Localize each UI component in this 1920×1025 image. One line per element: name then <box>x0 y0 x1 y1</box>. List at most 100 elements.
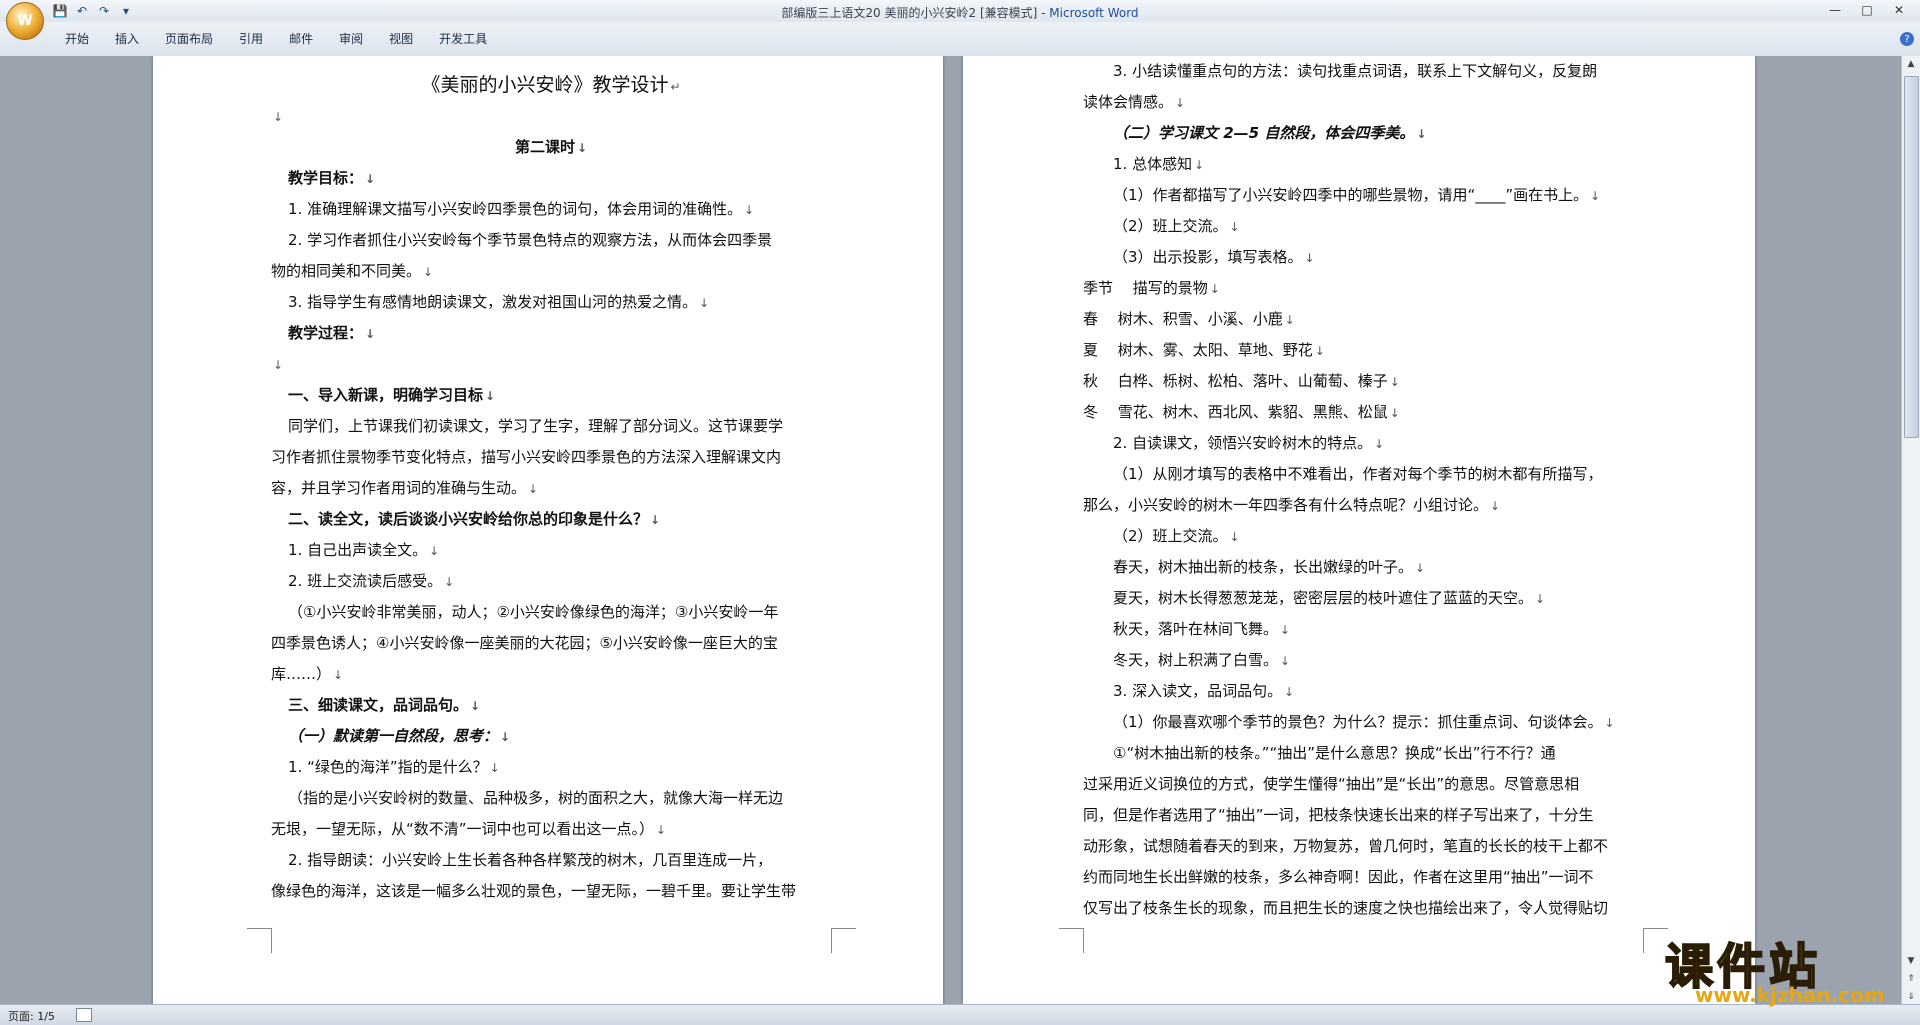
site-watermark-logo: 课件站 www.kjzhan.com <box>1664 927 1910 1007</box>
line-text: 3. 指导学生有感情地朗读课文，激发对祖国山河的热爱之情。 <box>288 293 698 311</box>
paragraph-line: 物的相同美和不同美。 ↓ <box>271 256 831 287</box>
paragraph-line: 春 树木、积雪、小溪、小鹿 ↓ <box>1083 304 1643 335</box>
office-button[interactable]: W <box>6 2 44 40</box>
line-text: 季节 描写的景物 <box>1083 279 1208 297</box>
paragraph-mark: ↓ <box>489 761 500 775</box>
ribbon-tab[interactable]: 开始 <box>52 28 102 49</box>
paragraph-line: 同学们，上节课我们初读课文，学习了生字，理解了部分词义。这节课要学 <box>271 411 831 442</box>
ribbon-tab[interactable]: 插入 <box>102 28 152 49</box>
line-text: （一）默读第一自然段，思考： <box>288 727 499 745</box>
paragraph-line: 容，并且学习作者用词的准确与生动。 ↓ <box>271 473 831 504</box>
paragraph-line: 1. 自己出声读全文。 ↓ <box>271 535 831 566</box>
line-text: 一、导入新课，明确学习目标 <box>288 386 484 404</box>
paragraph-mark: ↓ <box>485 389 496 403</box>
paragraph-line: 1. “绿色的海洋”指的是什么？ ↓ <box>271 752 831 783</box>
margin-corner-mark <box>247 928 272 953</box>
ribbon-tabs: 开始 插入 页面布局 引用 邮件 审阅 视图 开发工具 <box>52 28 500 49</box>
window-controls: — □ ✕ <box>1820 2 1914 18</box>
paragraph-mark: ↓ <box>333 668 344 682</box>
window-title-doc: 部编版三上语文20 美丽的小兴安岭2 [兼容模式] - <box>781 6 1050 20</box>
paragraph-mark: ↓ <box>1415 561 1426 575</box>
paragraph-line: （2）班上交流。 ↓ <box>1083 521 1643 552</box>
paragraph-line: 3. 小结读懂重点句的方法：读句找重点词语，联系上下文解句义，反复朗 <box>1083 56 1643 87</box>
ribbon: 开始 插入 页面布局 引用 邮件 审阅 视图 开发工具 ? <box>0 22 1920 57</box>
paragraph-line: 教学目标： ↓ <box>271 163 831 194</box>
document-page-2[interactable]: 3. 小结读懂重点句的方法：读句找重点词语，联系上下文解句义，反复朗 读体会情感。… <box>963 56 1755 1005</box>
line-text: 像绿色的海洋，这该是一幅多么壮观的景色，一望无际，一碧千里。要让学生带 <box>271 882 797 900</box>
minimize-icon[interactable]: — <box>1820 2 1850 18</box>
paragraph-mark: ↓ <box>273 358 284 372</box>
ribbon-tab[interactable]: 视图 <box>376 28 426 49</box>
paragraph-line: 习作者抓住景物季节变化特点，描写小兴安岭四季景色的方法深入理解课文内 <box>271 442 831 473</box>
paragraph-mark: ↓ <box>1175 96 1186 110</box>
line-text: （1）从刚才填写的表格中不难看出，作者对每个季节的树木都有所描写， <box>1113 465 1603 483</box>
margin-corner-mark <box>1059 928 1084 953</box>
paragraph-mark: ↓ <box>1280 654 1291 668</box>
line-text: 冬 雪花、树木、西北风、紫貂、黑熊、松鼠 <box>1083 403 1388 421</box>
paragraph-mark: ↓ <box>423 265 434 279</box>
line-text: 3. 深入读文，品词品句。 <box>1113 682 1283 700</box>
line-text: 1. 准确理解课文描写小兴安岭四季景色的词句，体会用词的准确性。 <box>288 200 743 218</box>
paragraph-mark: ↓ <box>1284 313 1295 327</box>
paragraph-line: 约而同地生长出鲜嫩的枝条，多么神奇啊！因此，作者在这里用“抽出”一词不 <box>1083 862 1643 893</box>
close-icon[interactable]: ✕ <box>1884 2 1914 18</box>
line-text: 那么，小兴安岭的树木一年四季各有什么特点呢？小组讨论。 <box>1083 496 1489 514</box>
line-text: 夏天，树木长得葱葱茏茏，密密层层的枝叶遮住了蓝蓝的天空。 <box>1113 589 1534 607</box>
line-text: 1. 总体感知 <box>1113 155 1193 173</box>
paragraph-line: 四季景色诱人；④小兴安岭像一座美丽的大花园；⑤小兴安岭像一座巨大的宝 <box>271 628 831 659</box>
paragraph-line: 季节 描写的景物 ↓ <box>1083 273 1643 304</box>
document-page-1[interactable]: 《美丽的小兴安岭》教学设计 ↵ ↓ 第二课时 ↓ 教学目标： ↓ 1. 准确理解课文描写小兴安… <box>153 56 943 1005</box>
help-icon[interactable]: ? <box>1900 32 1914 46</box>
paragraph-mark: ↓ <box>470 699 481 713</box>
paragraph-mark: ↓ <box>1280 623 1291 637</box>
line-text: 2. 学习作者抓住小兴安岭每个季节景色特点的观察方法，从而体会四季景 <box>288 231 773 249</box>
paragraph-mark: ↓ <box>650 513 661 527</box>
ribbon-tab[interactable]: 引用 <box>226 28 276 49</box>
line-text: 2. 班上交流读后感受。 <box>288 572 443 590</box>
paragraph-line: 夏天，树木长得葱葱茏茏，密密层层的枝叶遮住了蓝蓝的天空。 ↓ <box>1083 583 1643 614</box>
ribbon-tab[interactable]: 页面布局 <box>152 28 226 49</box>
line-text: 动形象，试想随着春天的到来，万物复苏，曾几何时，笔直的长长的枝干上都不 <box>1083 837 1609 855</box>
paragraph-line: 秋 白桦、栎树、松柏、落叶、山葡萄、榛子 ↓ <box>1083 366 1643 397</box>
paragraph-line: 第二课时 ↓ <box>271 132 831 163</box>
paragraph-line: ↓ <box>271 101 831 132</box>
line-text: （①小兴安岭非常美丽，动人；②小兴安岭像绿色的海洋；③小兴安岭一年 <box>288 603 779 621</box>
paragraph-line: 二、读全文，读后谈谈小兴安岭给你总的印象是什么？ ↓ <box>271 504 831 535</box>
paragraph-line: （3）出示投影，填写表格。 ↓ <box>1083 242 1643 273</box>
status-page-info[interactable]: 页面: 1/5 <box>8 1008 55 1024</box>
paragraph-mark: ↓ <box>528 482 539 496</box>
proofing-icon[interactable] <box>76 1008 92 1022</box>
paragraph-mark: ↓ <box>1304 251 1315 265</box>
line-text: ①“树木抽出新的枝条。”“抽出”是什么意思？换成“长出”行不行？通 <box>1113 744 1556 762</box>
paragraph-line: （2）班上交流。 ↓ <box>1083 211 1643 242</box>
ribbon-tab[interactable]: 邮件 <box>276 28 326 49</box>
paragraph-line: 夏 树木、雾、太阳、草地、野花 ↓ <box>1083 335 1643 366</box>
line-text: （2）班上交流。 <box>1113 527 1228 545</box>
paragraph-line: 《美丽的小兴安岭》教学设计 ↵ <box>271 70 831 101</box>
vertical-scrollbar[interactable]: ▲ ▼ ⇑ ⇓ <box>1901 56 1920 1005</box>
line-text: 同，但是作者选用了“抽出”一词，把枝条快速长出来的样子写出来了，十分生 <box>1083 806 1594 824</box>
paragraph-line: ↓ <box>271 349 831 380</box>
ribbon-tab[interactable]: 开发工具 <box>426 28 500 49</box>
paragraph-mark: ↓ <box>1490 499 1501 513</box>
page-1-text: 《美丽的小兴安岭》教学设计 ↵ ↓ 第二课时 ↓ 教学目标： ↓ 1. 准确理解课文描写小兴安… <box>271 70 831 907</box>
ribbon-tab[interactable]: 审阅 <box>326 28 376 49</box>
line-text: 春天，树木抽出新的枝条，长出嫩绿的叶子。 <box>1113 558 1414 576</box>
paragraph-mark: ↓ <box>1535 592 1546 606</box>
line-text: 四季景色诱人；④小兴安岭像一座美丽的大花园；⑤小兴安岭像一座巨大的宝 <box>271 634 778 652</box>
maximize-icon[interactable]: □ <box>1852 2 1882 18</box>
paragraph-line: 春天，树木抽出新的枝条，长出嫩绿的叶子。 ↓ <box>1083 552 1643 583</box>
paragraph-line: 2. 班上交流读后感受。 ↓ <box>271 566 831 597</box>
paragraph-mark: ↓ <box>1194 158 1205 172</box>
paragraph-mark: ↓ <box>273 110 284 124</box>
page-2-text: 3. 小结读懂重点句的方法：读句找重点词语，联系上下文解句义，反复朗 读体会情感。… <box>1083 56 1643 924</box>
scroll-up-icon[interactable]: ▲ <box>1902 56 1920 72</box>
scrollbar-thumb[interactable] <box>1904 76 1919 438</box>
paragraph-mark: ↓ <box>1209 282 1220 296</box>
paragraph-mark: ↓ <box>1314 344 1325 358</box>
paragraph-line: 库……） ↓ <box>271 659 831 690</box>
paragraph-line: 那么，小兴安岭的树木一年四季各有什么特点呢？小组讨论。 ↓ <box>1083 490 1643 521</box>
paragraph-mark: ↓ <box>656 823 667 837</box>
paragraph-mark: ↓ <box>1389 375 1400 389</box>
paragraph-line: 2. 学习作者抓住小兴安岭每个季节景色特点的观察方法，从而体会四季景 <box>271 225 831 256</box>
